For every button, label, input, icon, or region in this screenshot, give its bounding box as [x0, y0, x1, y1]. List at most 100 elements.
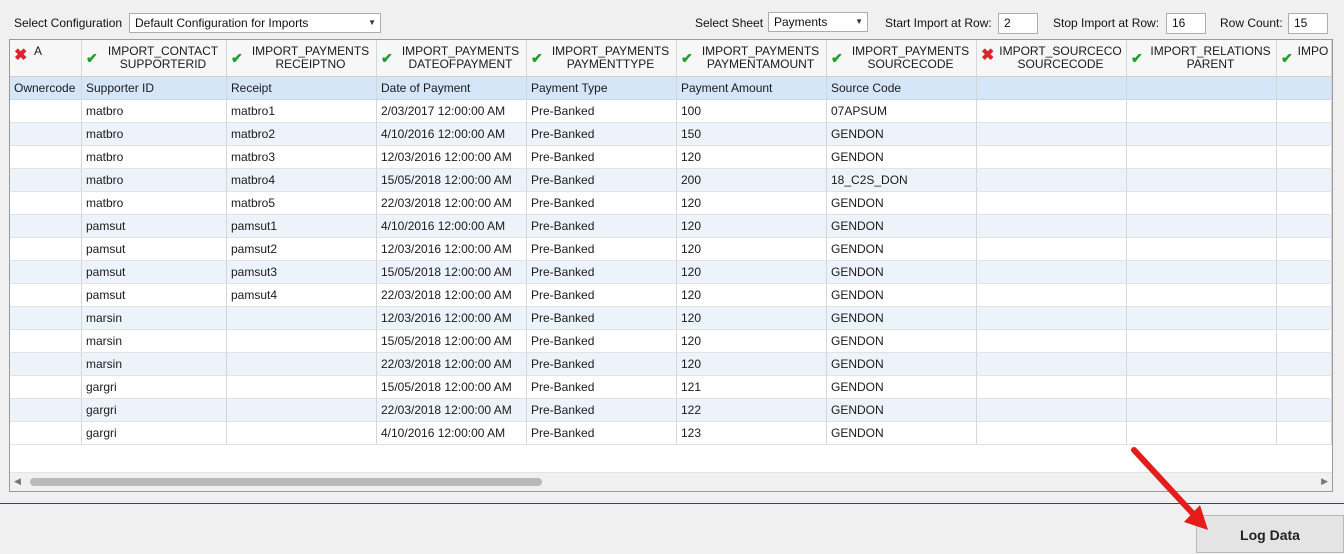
table-cell[interactable]: 120	[677, 261, 827, 284]
table-row[interactable]: pamsut pamsut2 12/03/2016 12:00:00 AM Pre-B…	[10, 238, 1332, 261]
table-cell[interactable]	[10, 146, 82, 169]
column-label-cell[interactable]: Payment Amount	[677, 77, 827, 99]
table-cell[interactable]	[977, 284, 1127, 307]
table-cell[interactable]	[1277, 399, 1332, 422]
table-cell[interactable]: matbro1	[227, 100, 377, 123]
table-cell[interactable]	[977, 169, 1127, 192]
table-row[interactable]: marsin 22/03/2018 12:00:00 AM Pre-Banked 12…	[10, 353, 1332, 376]
column-label-cell[interactable]: Ownercode	[10, 77, 82, 99]
row-count-input[interactable]: 15	[1288, 13, 1328, 34]
table-cell[interactable]: gargri	[82, 422, 227, 445]
table-cell[interactable]: gargri	[82, 376, 227, 399]
table-row[interactable]: gargri 15/05/2018 12:00:00 AM Pre-Banked 12…	[10, 376, 1332, 399]
table-cell[interactable]	[1277, 353, 1332, 376]
table-cell[interactable]: Pre-Banked	[527, 238, 677, 261]
table-row[interactable]: pamsut pamsut4 22/03/2018 12:00:00 AM Pre-B…	[10, 284, 1332, 307]
table-cell[interactable]: matbro	[82, 123, 227, 146]
table-row[interactable]: matbro matbro5 22/03/2018 12:00:00 AM Pre-B…	[10, 192, 1332, 215]
table-cell[interactable]: GENDON	[827, 215, 977, 238]
table-cell[interactable]: matbro	[82, 100, 227, 123]
scrollbar-thumb[interactable]	[30, 478, 542, 486]
table-cell[interactable]: 4/10/2016 12:00:00 AM	[377, 422, 527, 445]
table-cell[interactable]: 18_C2S_DON	[827, 169, 977, 192]
table-cell[interactable]: Pre-Banked	[527, 261, 677, 284]
table-cell[interactable]: 07APSUM	[827, 100, 977, 123]
table-cell[interactable]	[1277, 169, 1332, 192]
table-cell[interactable]: pamsut	[82, 261, 227, 284]
table-cell[interactable]: Pre-Banked	[527, 422, 677, 445]
table-cell[interactable]	[1127, 261, 1277, 284]
mapping-header-cell[interactable]: ✖ IMPORT_SOURCECO SOURCECODE	[977, 40, 1127, 76]
sheet-dropdown[interactable]: Payments ▼	[768, 12, 868, 32]
table-cell[interactable]	[1127, 238, 1277, 261]
table-cell[interactable]	[1127, 169, 1277, 192]
table-cell[interactable]	[1127, 192, 1277, 215]
table-cell[interactable]: matbro4	[227, 169, 377, 192]
mapping-header-cell[interactable]: ✔ IMPORT_PAYMENTS PAYMENTAMOUNT	[677, 40, 827, 76]
table-cell[interactable]	[977, 399, 1127, 422]
table-cell[interactable]: 123	[677, 422, 827, 445]
table-cell[interactable]	[10, 192, 82, 215]
table-cell[interactable]: 22/03/2018 12:00:00 AM	[377, 192, 527, 215]
table-cell[interactable]: 120	[677, 284, 827, 307]
table-cell[interactable]: GENDON	[827, 261, 977, 284]
table-cell[interactable]	[977, 353, 1127, 376]
table-cell[interactable]: matbro	[82, 146, 227, 169]
table-cell[interactable]	[10, 100, 82, 123]
table-cell[interactable]: pamsut	[82, 215, 227, 238]
table-cell[interactable]: 120	[677, 353, 827, 376]
scroll-right-icon[interactable]: ▶	[1321, 476, 1328, 487]
table-cell[interactable]: 15/05/2018 12:00:00 AM	[377, 376, 527, 399]
table-cell[interactable]: 120	[677, 146, 827, 169]
table-cell[interactable]: 150	[677, 123, 827, 146]
column-label-cell[interactable]: Payment Type	[527, 77, 677, 99]
table-cell[interactable]: 4/10/2016 12:00:00 AM	[377, 215, 527, 238]
mapping-header-cell[interactable]: ✔ IMPORT_PAYMENTS SOURCECODE	[827, 40, 977, 76]
table-cell[interactable]: GENDON	[827, 192, 977, 215]
table-cell[interactable]: 120	[677, 192, 827, 215]
table-cell[interactable]: 120	[677, 215, 827, 238]
table-cell[interactable]: Pre-Banked	[527, 284, 677, 307]
table-cell[interactable]	[227, 353, 377, 376]
table-cell[interactable]	[10, 422, 82, 445]
table-cell[interactable]: matbro	[82, 169, 227, 192]
stop-row-input[interactable]: 16	[1166, 13, 1206, 34]
table-cell[interactable]	[977, 422, 1127, 445]
table-cell[interactable]: Pre-Banked	[527, 192, 677, 215]
table-row[interactable]: pamsut pamsut1 4/10/2016 12:00:00 AM Pre-Ba…	[10, 215, 1332, 238]
table-cell[interactable]	[1127, 123, 1277, 146]
mapping-header-cell[interactable]: ✔ IMPORT_CONTACT SUPPORTERID	[82, 40, 227, 76]
table-cell[interactable]: 22/03/2018 12:00:00 AM	[377, 399, 527, 422]
table-row[interactable]: marsin 12/03/2016 12:00:00 AM Pre-Banked 12…	[10, 307, 1332, 330]
table-row[interactable]: marsin 15/05/2018 12:00:00 AM Pre-Banked 12…	[10, 330, 1332, 353]
table-cell[interactable]: marsin	[82, 330, 227, 353]
table-cell[interactable]	[10, 261, 82, 284]
mapping-header-cell[interactable]: ✔ IMPORT_PAYMENTS DATEOFPAYMENT	[377, 40, 527, 76]
import-data-grid[interactable]: ✖ A ✔ IMPORT_CONTACT SUPPORTERID ✔ IMPORT_PAY…	[9, 39, 1333, 492]
table-cell[interactable]: 120	[677, 238, 827, 261]
table-cell[interactable]	[1127, 284, 1277, 307]
table-cell[interactable]: GENDON	[827, 330, 977, 353]
table-cell[interactable]	[10, 123, 82, 146]
table-cell[interactable]	[977, 330, 1127, 353]
table-cell[interactable]: pamsut2	[227, 238, 377, 261]
table-cell[interactable]: 122	[677, 399, 827, 422]
table-cell[interactable]: pamsut	[82, 284, 227, 307]
table-cell[interactable]	[10, 284, 82, 307]
table-cell[interactable]	[1127, 330, 1277, 353]
table-cell[interactable]	[227, 376, 377, 399]
table-cell[interactable]	[1277, 376, 1332, 399]
column-label-cell[interactable]: Date of Payment	[377, 77, 527, 99]
table-cell[interactable]: GENDON	[827, 238, 977, 261]
table-cell[interactable]	[1277, 284, 1332, 307]
table-cell[interactable]: GENDON	[827, 123, 977, 146]
table-cell[interactable]	[1127, 307, 1277, 330]
table-cell[interactable]: Pre-Banked	[527, 123, 677, 146]
table-cell[interactable]: pamsut3	[227, 261, 377, 284]
table-cell[interactable]: Pre-Banked	[527, 376, 677, 399]
table-cell[interactable]: Pre-Banked	[527, 330, 677, 353]
table-cell[interactable]	[977, 215, 1127, 238]
table-cell[interactable]	[977, 146, 1127, 169]
table-cell[interactable]: 12/03/2016 12:00:00 AM	[377, 238, 527, 261]
table-row[interactable]: matbro matbro1 2/03/2017 12:00:00 AM Pre-Ba…	[10, 100, 1332, 123]
